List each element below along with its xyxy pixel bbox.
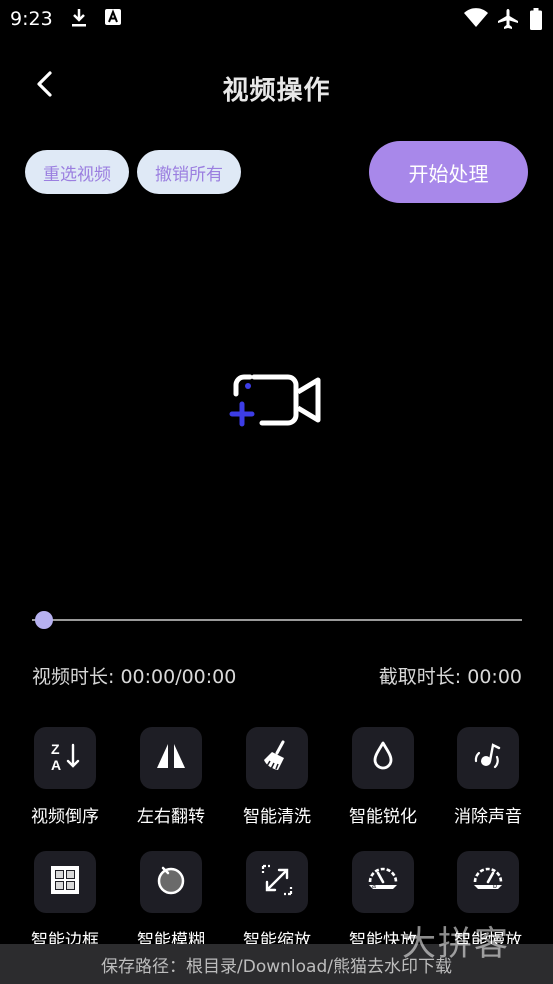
add-video-icon[interactable]: [228, 370, 324, 436]
start-processing-button[interactable]: 开始处理: [369, 141, 528, 203]
undo-all-button[interactable]: 撤销所有: [137, 150, 241, 194]
tool-reverse-video[interactable]: Z A 视频倒序: [20, 727, 110, 827]
status-time: 9:23: [10, 8, 53, 30]
a-badge-icon: [104, 8, 122, 30]
svg-text:Z: Z: [51, 741, 60, 757]
tool-label: 消除声音: [454, 807, 522, 827]
tool-icon-box[interactable]: [34, 851, 96, 913]
battery-icon: [530, 8, 542, 34]
resize-arrows-icon: [260, 863, 294, 901]
trim-slider[interactable]: [32, 608, 522, 632]
status-bar: 9:23: [0, 0, 553, 38]
tool-flip-horizontal[interactable]: 左右翻转: [126, 727, 216, 827]
tool-label: 左右翻转: [137, 807, 205, 827]
video-duration: 视频时长: 00:00/00:00: [32, 666, 237, 688]
watermark: 大拼客: [402, 924, 510, 964]
tool-smart-sharpen[interactable]: 智能锐化: [338, 727, 428, 827]
tool-remove-sound[interactable]: 消除声音: [443, 727, 533, 827]
slow-down-gauge-icon: b: [471, 863, 505, 901]
tool-smart-blur[interactable]: 智能模糊: [126, 851, 216, 951]
tool-icon-box[interactable]: [246, 727, 308, 789]
reselect-video-button[interactable]: 重选视频: [25, 150, 129, 194]
save-path-text: 保存路径：根目录/Download/熊猫去水印下载: [101, 956, 452, 977]
tool-label: 视频倒序: [31, 807, 99, 827]
svg-text:A: A: [51, 757, 61, 773]
video-preview-area[interactable]: [0, 215, 553, 595]
tool-label: 智能锐化: [349, 807, 417, 827]
droplet-icon: [366, 739, 400, 777]
blur-lens-icon: [154, 863, 188, 901]
flip-horizontal-icon: [154, 739, 188, 777]
tool-icon-box[interactable]: [246, 851, 308, 913]
border-frame-icon: [48, 863, 82, 901]
tool-icon-box[interactable]: [352, 727, 414, 789]
broom-icon: [260, 739, 294, 777]
tool-icon-box[interactable]: [140, 727, 202, 789]
clip-duration: 截取时长: 00:00: [378, 666, 522, 688]
tool-icon-box[interactable]: b: [457, 851, 519, 913]
page-title: 视频操作: [222, 76, 331, 106]
tool-icon-box[interactable]: Z A: [34, 727, 96, 789]
slider-track[interactable]: [32, 619, 522, 621]
tool-smart-zoom[interactable]: 智能缩放: [232, 851, 322, 951]
airplane-mode-icon: [497, 8, 519, 34]
tool-label: 智能清洗: [243, 807, 311, 827]
download-icon: [70, 8, 88, 32]
svg-text:a: a: [372, 883, 376, 890]
speed-up-gauge-icon: a: [366, 863, 400, 901]
tool-icon-box[interactable]: a: [352, 851, 414, 913]
tool-icon-box[interactable]: [457, 727, 519, 789]
mute-sound-icon: [471, 739, 505, 777]
slider-thumb[interactable]: [35, 611, 53, 629]
svg-text:b: b: [493, 883, 497, 890]
tool-icon-box[interactable]: [140, 851, 202, 913]
tool-smart-clean[interactable]: 智能清洗: [232, 727, 322, 827]
wifi-icon: [464, 8, 488, 32]
sort-z-a-icon: Z A: [48, 739, 82, 777]
tool-smart-border[interactable]: 智能边框: [20, 851, 110, 951]
header: 视频操作: [0, 60, 553, 112]
